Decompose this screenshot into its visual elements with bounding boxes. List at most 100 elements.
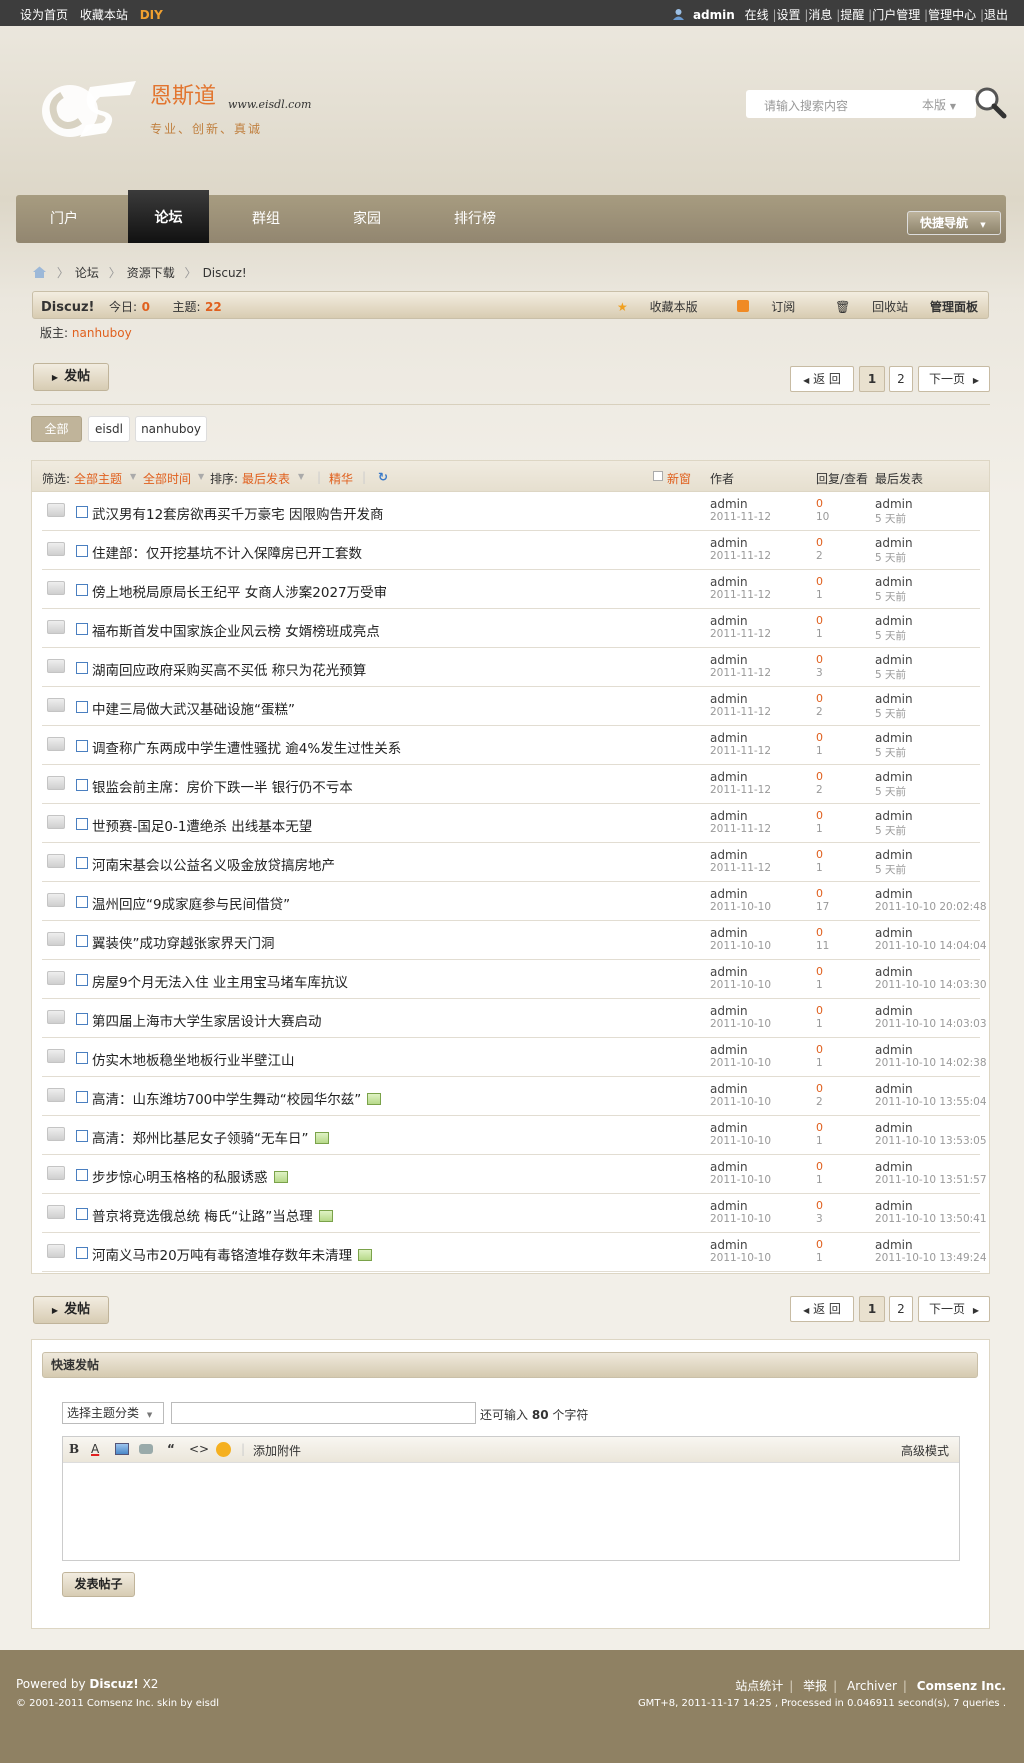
last-poster[interactable]: admin [875,536,913,550]
thread-checkbox[interactable] [76,1013,88,1025]
last-poster[interactable]: admin [875,809,913,823]
thread-author[interactable]: admin [710,731,748,745]
thread-row[interactable]: 普京将竞选俄总统 梅氏“让路”当总理 admin 2011-10-10 0 3 admin… [42,1194,987,1233]
settings-link[interactable]: 设置 [777,8,801,22]
thread-title-link[interactable]: 步步惊心明玉格格的私服诱惑 [92,1166,288,1186]
thread-checkbox[interactable] [76,857,88,869]
set-homepage-link[interactable]: 设为首页 [20,8,68,22]
breadcrumb-discuz[interactable]: Discuz! [203,266,247,280]
folder-icon[interactable] [47,698,65,712]
last-post-time[interactable]: 2011-10-10 14:02:38 [875,1057,987,1069]
thread-title-link[interactable]: 仿实木地板稳坐地板行业半壁江山 [92,1049,295,1069]
search-box[interactable]: 请输入搜索内容 本版 ▼ [746,90,976,118]
thread-row[interactable]: 河南宋基会以公益名义吸金放贷搞房地产 admin 2011-11-12 0 1 admin… [42,843,980,882]
last-post-time[interactable]: 5 天前 [875,628,906,643]
thread-author[interactable]: admin [710,1199,748,1213]
nav-portal[interactable]: 门户 [16,195,112,243]
thread-author[interactable]: admin [710,770,748,784]
thread-author[interactable]: admin [710,536,748,550]
subject-input[interactable] [171,1402,476,1424]
last-post-time[interactable]: 5 天前 [875,862,906,877]
messages-link[interactable]: 消息 [808,8,832,22]
site-stats-link[interactable]: 站点统计 [735,1679,783,1693]
image-icon[interactable] [115,1443,129,1455]
folder-icon[interactable] [47,815,65,829]
thread-checkbox[interactable] [76,1130,88,1142]
last-poster[interactable]: admin [875,653,913,667]
last-poster[interactable]: admin [875,614,913,628]
last-post-time[interactable]: 2011-10-10 13:53:05 [875,1135,987,1147]
search-scope-dropdown[interactable]: 本版 ▼ [922,96,956,113]
folder-icon[interactable] [47,776,65,790]
username-link[interactable]: admin [693,8,735,22]
thread-author[interactable]: admin [710,809,748,823]
last-post-time[interactable]: 2011-10-10 20:02:48 [875,901,987,913]
thread-author[interactable]: admin [710,848,748,862]
new-window-checkbox[interactable] [653,471,663,481]
quick-nav-button[interactable]: 快捷导航 ▼ [907,211,1001,235]
thread-row[interactable]: 调查称广东两成中学生遭性骚扰 逾4%发生过性关系 admin 2011-11-12 0… [42,726,980,765]
last-poster[interactable]: admin [875,1238,913,1252]
folder-icon[interactable] [47,1127,65,1141]
thread-checkbox[interactable] [76,584,88,596]
breadcrumb-downloads[interactable]: 资源下载 [127,266,175,280]
thread-title-link[interactable]: 银监会前主席：房价下跌一半 银行仍不亏本 [92,776,353,796]
thread-author[interactable]: admin [710,653,748,667]
last-post-time[interactable]: 5 天前 [875,589,906,604]
last-post-time[interactable]: 5 天前 [875,550,906,565]
bold-icon[interactable]: B [69,1442,79,1456]
page-1-button[interactable]: 1 [859,1296,885,1322]
thread-row[interactable]: 住建部：仅开挖基坑不计入保障房已开工套数 admin 2011-11-12 0 2 adm… [42,531,980,570]
thread-row[interactable]: 第四届上海市大学生家居设计大赛启动 admin 2011-10-10 0 1 admin 2… [42,999,987,1038]
thread-row[interactable]: 翼装侠”成功穿越张家界天门洞 admin 2011-10-10 0 11 admin 201… [42,921,987,960]
thread-author[interactable]: admin [710,1082,748,1096]
last-post-time[interactable]: 2011-10-10 14:03:03 [875,1018,987,1030]
font-color-icon[interactable]: A [91,1442,99,1456]
folder-icon[interactable] [47,659,65,673]
nav-home[interactable]: 家园 [326,195,408,243]
last-post-time[interactable]: 5 天前 [875,511,906,526]
nav-forum[interactable]: 论坛 [128,190,209,243]
last-poster[interactable]: admin [875,731,913,745]
link-icon[interactable] [139,1444,153,1454]
filter-all-topics[interactable]: 全部主题 [74,470,122,487]
last-poster[interactable]: admin [875,965,913,979]
thread-checkbox[interactable] [76,818,88,830]
submit-post-button[interactable]: 发表帖子 [62,1572,135,1597]
last-poster[interactable]: admin [875,848,913,862]
quote-icon[interactable]: “ [167,1442,175,1456]
thread-row[interactable]: 中建三局做大武汉基础设施“蛋糕” admin 2011-11-12 0 2 admin 5 … [42,687,980,726]
thread-title-link[interactable]: 温州回应“9成家庭参与民间借贷” [92,893,290,913]
topic-type-select[interactable]: 选择主题分类 ▼ [62,1402,164,1424]
last-poster[interactable]: admin [875,1121,913,1135]
last-poster[interactable]: admin [875,926,913,940]
thread-author[interactable]: admin [710,497,748,511]
portal-admin-link[interactable]: 门户管理 [872,8,920,22]
folder-icon[interactable] [47,542,65,556]
thread-row[interactable]: 河南义马市20万吨有毒铬渣堆存数年未清理 admin 2011-10-10 0 1 adm… [42,1233,987,1272]
thread-row[interactable]: 仿实木地板稳坐地板行业半壁江山 admin 2011-10-10 0 1 admin 201… [42,1038,987,1077]
thread-checkbox[interactable] [76,740,88,752]
last-post-time[interactable]: 2011-10-10 13:50:41 [875,1213,987,1225]
thread-checkbox[interactable] [76,506,88,518]
thread-row[interactable]: 银监会前主席：房价下跌一半 银行仍不亏本 admin 2011-11-12 0 2 adm… [42,765,980,804]
thread-title-link[interactable]: 河南宋基会以公益名义吸金放贷搞房地产 [92,854,335,874]
last-poster[interactable]: admin [875,770,913,784]
thread-title-link[interactable]: 傍上地税局原局长王纪平 女商人涉案2027万受审 [92,581,387,601]
folder-icon[interactable] [47,854,65,868]
folder-icon[interactable] [47,581,65,595]
thread-checkbox[interactable] [76,974,88,986]
back-button-bottom[interactable]: ◀ 返 回 [790,1296,854,1322]
last-poster[interactable]: admin [875,887,913,901]
thread-checkbox[interactable] [76,1091,88,1103]
thread-title-link[interactable]: 普京将竞选俄总统 梅氏“让路”当总理 [92,1205,333,1225]
folder-icon[interactable] [47,503,65,517]
tab-nanhuboy[interactable]: nanhuboy [135,416,207,442]
search-input[interactable]: 请输入搜索内容 [764,97,848,114]
back-button-top[interactable]: ◀ 返 回 [790,366,854,392]
last-post-time[interactable]: 2011-10-10 14:03:30 [875,979,987,991]
thread-row[interactable]: 温州回应“9成家庭参与民间借贷” admin 2011-10-10 0 17 admin 2… [42,882,987,921]
thread-author[interactable]: admin [710,575,748,589]
recycle-bin-button[interactable]: 🗑 回收站 [817,300,908,314]
thread-checkbox[interactable] [76,662,88,674]
